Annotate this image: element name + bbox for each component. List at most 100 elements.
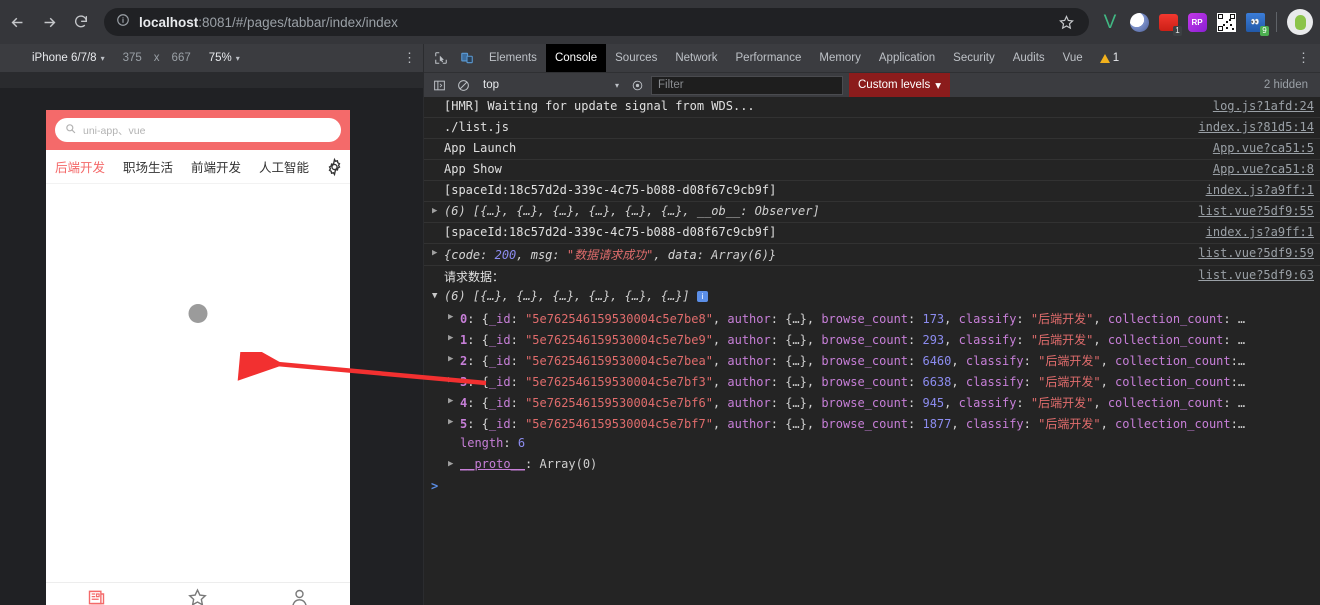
console-row[interactable]: [spaceId:18c57d2d-339c-4c75-b088-d08f67c… xyxy=(424,223,1320,244)
console-source-link[interactable]: App.vue?ca51:8 xyxy=(1203,162,1320,176)
expand-arrow-icon[interactable]: ▶ xyxy=(448,396,453,406)
array-item-row[interactable]: ▶ 4: {_id: "5e762546159530004c5e7bf6", a… xyxy=(424,392,1320,413)
field-author-key: author xyxy=(727,333,771,347)
extension-red-icon[interactable]: 1 xyxy=(1157,11,1182,36)
array-item-row[interactable]: ▶ 0: {_id: "5e762546159530004c5e7be8", a… xyxy=(424,308,1320,329)
expand-arrow-icon[interactable]: ▶ xyxy=(448,354,453,364)
avatar[interactable] xyxy=(1287,9,1313,35)
search-icon xyxy=(65,121,76,139)
search-input[interactable]: uni-app、vue xyxy=(55,118,341,142)
tab-houduan-kaifa[interactable]: 后端开发 xyxy=(55,157,105,176)
tab-security[interactable]: Security xyxy=(944,44,1004,72)
device-more-icon[interactable]: ⋮ xyxy=(403,51,416,64)
console-source-link[interactable]: log.js?1afd:24 xyxy=(1203,99,1320,113)
expand-arrow-icon[interactable]: ▶ xyxy=(448,333,453,343)
star-icon[interactable] xyxy=(1058,14,1077,31)
console-row[interactable]: [spaceId:18c57d2d-339c-4c75-b088-d08f67c… xyxy=(424,181,1320,202)
expand-arrow-icon[interactable]: ▶ xyxy=(448,459,453,469)
expand-arrow-icon[interactable]: ▶ xyxy=(432,206,437,216)
console-row[interactable]: App Show App.vue?ca51:8 xyxy=(424,160,1320,181)
execution-context-select[interactable]: top ▾ xyxy=(477,76,625,95)
prompt-chevron-icon: > xyxy=(431,479,439,493)
back-button[interactable] xyxy=(2,7,32,37)
clear-console-icon[interactable] xyxy=(451,73,475,97)
tab-qianduan-kaifa[interactable]: 前端开发 xyxy=(191,157,241,176)
log-levels-dropdown[interactable]: Custom levels ▾ xyxy=(849,72,950,98)
tabbar-item-news[interactable] xyxy=(46,587,147,605)
console-row[interactable]: ▶ {code: 200, msg: "数据请求成功", data: Array… xyxy=(424,244,1320,266)
tab-network[interactable]: Network xyxy=(666,44,726,72)
field-browse-key: browse_count xyxy=(821,354,909,368)
address-bar[interactable]: localhost:8081/#/pages/tabbar/index/inde… xyxy=(104,8,1089,36)
expand-arrow-icon[interactable]: ▶ xyxy=(448,375,453,385)
filter-input[interactable]: Filter xyxy=(651,75,843,95)
vue-devtools-icon[interactable]: V xyxy=(1099,11,1121,33)
expand-arrow-icon[interactable]: ▶ xyxy=(432,248,437,258)
console-row[interactable]: ▶ (6) [{…}, {…}, {…}, {…}, {…}, {…}, __o… xyxy=(424,202,1320,223)
array-item-row[interactable]: ▶ 3: {_id: "5e762546159530004c5e7bf3", a… xyxy=(424,371,1320,392)
device-toolbar-icon[interactable] xyxy=(454,45,480,71)
devtools-more-icon[interactable]: ⋮ xyxy=(1297,51,1310,64)
console-sidebar-icon[interactable] xyxy=(427,73,451,97)
tab-zhichang-shenghuo[interactable]: 职场生活 xyxy=(123,157,173,176)
expand-arrow-icon[interactable]: ▶ xyxy=(448,417,453,427)
tabbar-item-favorites[interactable] xyxy=(147,587,248,605)
tab-vue[interactable]: Vue xyxy=(1054,44,1092,72)
array-header-row[interactable]: ▼ (6) [{…}, {…}, {…}, {…}, {…}, {…}] i xyxy=(424,287,1320,308)
console-source-link[interactable]: list.vue?5df9:59 xyxy=(1188,246,1320,260)
extension-rp-icon[interactable]: RP xyxy=(1186,11,1208,33)
tab-performance[interactable]: Performance xyxy=(727,44,811,72)
info-icon[interactable] xyxy=(116,13,130,32)
console-output[interactable]: [HMR] Waiting for update signal from WDS… xyxy=(424,97,1320,605)
hidden-messages-count: 2 hidden xyxy=(1263,79,1308,91)
collapse-arrow-icon[interactable]: ▼ xyxy=(432,291,437,301)
console-row[interactable]: [HMR] Waiting for update signal from WDS… xyxy=(424,97,1320,118)
qr-code-icon[interactable] xyxy=(1215,11,1237,33)
console-source-link[interactable]: App.vue?ca51:5 xyxy=(1203,141,1320,155)
response-msg: "数据请求成功" xyxy=(566,248,654,262)
gear-icon[interactable] xyxy=(320,157,344,176)
truncation-ellipsis: … xyxy=(1237,333,1246,347)
array-proto-row[interactable]: ▶ __proto__: Array(0) xyxy=(424,455,1320,476)
console-message: 请求数据： xyxy=(444,270,505,284)
console-row[interactable]: ./list.js index.js?81d5:14 xyxy=(424,118,1320,139)
search-placeholder: uni-app、vue xyxy=(83,124,146,137)
reload-button[interactable] xyxy=(66,7,96,37)
eye-icon[interactable] xyxy=(625,73,649,97)
extension-blue-icon[interactable]: 👀 9 xyxy=(1244,11,1269,36)
console-prompt[interactable]: > xyxy=(424,476,1320,500)
console-source-link[interactable]: list.vue?5df9:55 xyxy=(1188,204,1320,218)
extension-circle-icon[interactable] xyxy=(1128,11,1150,33)
console-source-link[interactable]: index.js?a9ff:1 xyxy=(1196,183,1320,197)
array-item-row[interactable]: ▶ 2: {_id: "5e762546159530004c5e7bea", a… xyxy=(424,350,1320,371)
device-height-input[interactable]: 667 xyxy=(172,52,191,64)
tab-memory[interactable]: Memory xyxy=(810,44,870,72)
info-badge-icon[interactable]: i xyxy=(696,291,708,302)
inspect-element-icon[interactable] xyxy=(428,45,454,71)
console-source-link[interactable]: index.js?a9ff:1 xyxy=(1196,225,1320,239)
console-source-link[interactable]: index.js?81d5:14 xyxy=(1188,120,1320,134)
field-id-key: _id xyxy=(488,312,511,326)
device-select[interactable]: iPhone 6/7/8 ▾ xyxy=(32,52,105,64)
expand-arrow-icon[interactable]: ▶ xyxy=(448,312,453,322)
forward-button[interactable] xyxy=(34,7,64,37)
tab-console[interactable]: Console xyxy=(545,44,607,72)
tab-audits[interactable]: Audits xyxy=(1004,44,1054,72)
console-source-link[interactable]: list.vue?5df9:63 xyxy=(1188,268,1320,282)
tab-sources[interactable]: Sources xyxy=(606,44,666,72)
tabbar-item-profile[interactable] xyxy=(249,587,350,605)
field-browse-key: browse_count xyxy=(821,417,909,431)
device-width-input[interactable]: 375 xyxy=(123,52,142,64)
console-message: App Launch xyxy=(444,141,517,155)
tab-application[interactable]: Application xyxy=(870,44,944,72)
warning-indicator[interactable]: 1 xyxy=(1092,52,1119,64)
tab-rengong-zhineng[interactable]: 人工智能 xyxy=(259,157,309,176)
console-row[interactable]: 请求数据： list.vue?5df9:63 xyxy=(424,266,1320,287)
console-row[interactable]: App Launch App.vue?ca51:5 xyxy=(424,139,1320,160)
device-viewport-area: uni-app、vue 后端开发 职场生活 前端开发 人工智能 移 xyxy=(0,72,424,605)
tab-elements[interactable]: Elements xyxy=(480,44,546,72)
console-filterbar: top ▾ Filter Custom levels ▾ 2 hidden xyxy=(424,72,1320,98)
zoom-select[interactable]: 75% ▾ xyxy=(209,52,240,64)
array-item-row[interactable]: ▶ 1: {_id: "5e762546159530004c5e7be9", a… xyxy=(424,329,1320,350)
array-item-row[interactable]: ▶ 5: {_id: "5e762546159530004c5e7bf7", a… xyxy=(424,413,1320,434)
